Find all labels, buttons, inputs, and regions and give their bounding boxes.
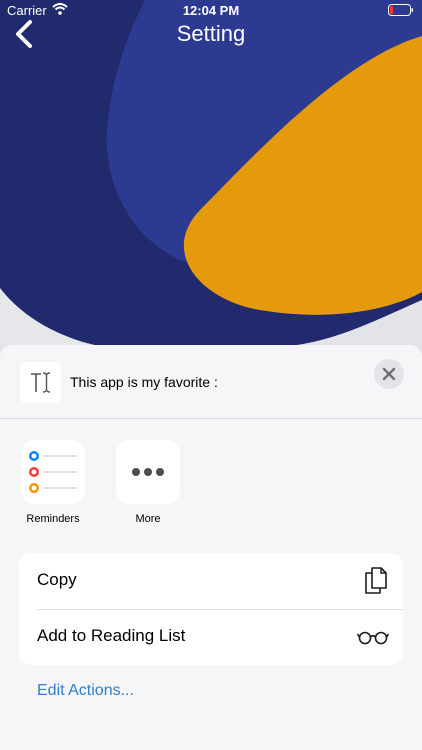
app-item-reminders[interactable]: Reminders [20,440,86,525]
actions-list: Copy Add to Reading List [19,553,403,665]
action-add-to-reading-list[interactable]: Add to Reading List [19,609,403,665]
reminders-icon [21,440,85,504]
app-item-more[interactable]: More [115,440,181,525]
share-header: This app is my favorite : [0,345,422,418]
action-label-copy: Copy [37,570,77,589]
share-header-text: This app is my favorite : [70,374,218,390]
app-label-more: More [135,513,161,525]
header-divider [0,418,422,419]
action-label-reading-list: Add to Reading List [37,626,186,645]
app-label-reminders: Reminders [26,513,80,525]
page-title: Setting [176,21,246,46]
close-button[interactable] [374,359,404,389]
close-icon [382,367,396,381]
edit-actions-link[interactable]: Edit Actions... [37,682,134,700]
more-icon [116,440,180,504]
share-sheet: This app is my favorite : Reminders More… [0,345,422,750]
action-copy[interactable]: Copy [19,553,403,610]
glasses-icon [356,629,390,650]
app-thumbnail [20,362,61,403]
navigation-bar: Setting [0,14,422,54]
text-cursor-icon [31,372,51,393]
copy-icon [363,566,389,601]
